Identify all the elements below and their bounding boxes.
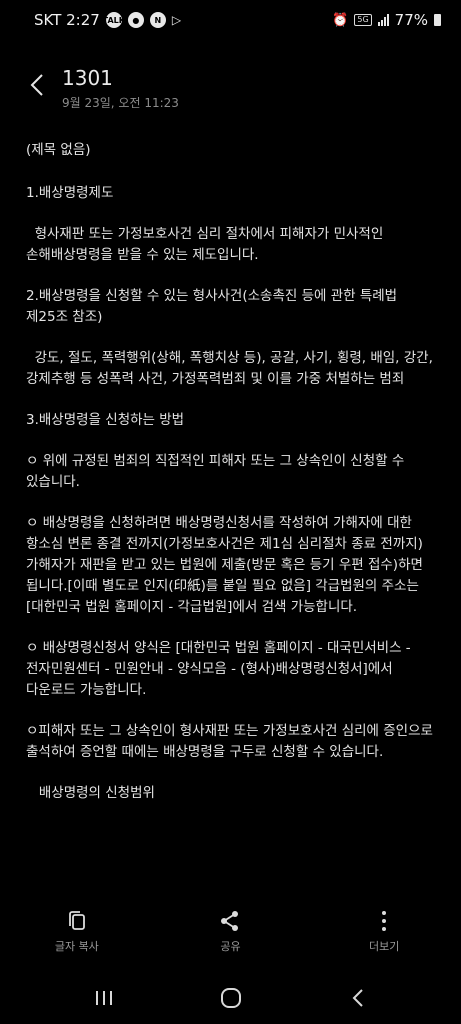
note-date: 9월 23일, 오전 11:23 bbox=[62, 96, 179, 110]
note-paragraph: ㅇ 위에 규정된 범죄의 직접적인 피해자 또는 그 상속인이 신청할 수 있습… bbox=[26, 453, 409, 490]
back-nav-icon bbox=[352, 989, 363, 1007]
battery-icon bbox=[434, 14, 441, 26]
recent-apps-button[interactable] bbox=[84, 978, 124, 1018]
system-nav-bar bbox=[0, 972, 461, 1024]
action-bar: 글자 복사 공유 더보기 bbox=[0, 910, 461, 966]
home-icon bbox=[220, 988, 241, 1008]
copy-text-label: 글자 복사 bbox=[54, 940, 99, 953]
more-vertical-icon bbox=[382, 911, 387, 931]
back-button[interactable] bbox=[22, 70, 52, 100]
note-body[interactable]: (제목 없음) 1.배상명령제도 형사재판 또는 가정보호사건 심리 절차에서 … bbox=[26, 140, 438, 900]
note-paragraph: ㅇ피해자 또는 그 상속인이 형사재판 또는 가정보호사건 심리에 증인으로 출… bbox=[26, 723, 438, 760]
chevron-left-icon bbox=[30, 74, 43, 96]
note-title[interactable]: 1301 bbox=[62, 66, 113, 90]
note-paragraph: 강도, 절도, 폭력행위(상해, 폭행치상 등), 공갈, 사기, 횡령, 배임… bbox=[26, 350, 438, 387]
n-icon: N bbox=[149, 12, 166, 28]
back-nav-button[interactable] bbox=[338, 978, 378, 1018]
note-paragraph: 형사재판 또는 가정보호사건 심리 절차에서 피해자가 민사적인 손해배상명령을… bbox=[26, 226, 388, 263]
note-paragraph: 3.배상명령을 신청하는 방법 bbox=[26, 412, 185, 428]
play-icon: ▷ bbox=[171, 13, 182, 27]
recent-apps-icon bbox=[95, 991, 112, 1005]
notes-screen: SKT 2:27 TALK ● N ▷ ⏰ 5G 77% 1301 9월 23일… bbox=[0, 0, 461, 1024]
network-badge: 5G bbox=[354, 14, 372, 26]
copy-text-button[interactable]: 글자 복사 bbox=[22, 910, 132, 954]
note-paragraph: ㅇ 배상명령을 신청하려면 배상명령신청서를 작성하여 가해자에 대한 항소심 … bbox=[26, 515, 428, 615]
share-label: 공유 bbox=[220, 940, 241, 953]
status-bar: SKT 2:27 TALK ● N ▷ ⏰ 5G 77% bbox=[0, 0, 461, 40]
share-icon bbox=[221, 911, 239, 931]
home-button[interactable] bbox=[211, 978, 251, 1018]
talk-icon: TALK bbox=[103, 12, 125, 28]
messenger-icon: ● bbox=[127, 12, 144, 28]
note-paragraph: 배상명령의 신청범위 bbox=[26, 785, 155, 801]
signal-icon bbox=[377, 14, 389, 26]
note-paragraph: (제목 없음) bbox=[26, 142, 91, 158]
carrier-time: SKT 2:27 bbox=[34, 11, 100, 29]
status-left: SKT 2:27 TALK ● N ▷ bbox=[34, 11, 181, 29]
alarm-icon: ⏰ bbox=[332, 12, 349, 28]
status-right: ⏰ 5G 77% bbox=[332, 11, 441, 29]
copy-icon bbox=[68, 911, 85, 930]
note-paragraph: 1.배상명령제도 bbox=[26, 185, 114, 201]
more-label: 더보기 bbox=[368, 940, 400, 953]
more-button[interactable]: 더보기 bbox=[329, 910, 439, 954]
share-button[interactable]: 공유 bbox=[175, 910, 285, 954]
note-paragraph: 2.배상명령을 신청할 수 있는 형사사건(소송촉진 등에 관한 특례법 제25… bbox=[26, 288, 402, 325]
note-paragraph: ㅇ 배상명령신청서 양식은 [대한민국 법원 홈페이지 - 대국민서비스 - 전… bbox=[26, 640, 415, 698]
note-header: 1301 9월 23일, 오전 11:23 bbox=[0, 62, 461, 122]
battery-percent: 77% bbox=[394, 11, 428, 29]
